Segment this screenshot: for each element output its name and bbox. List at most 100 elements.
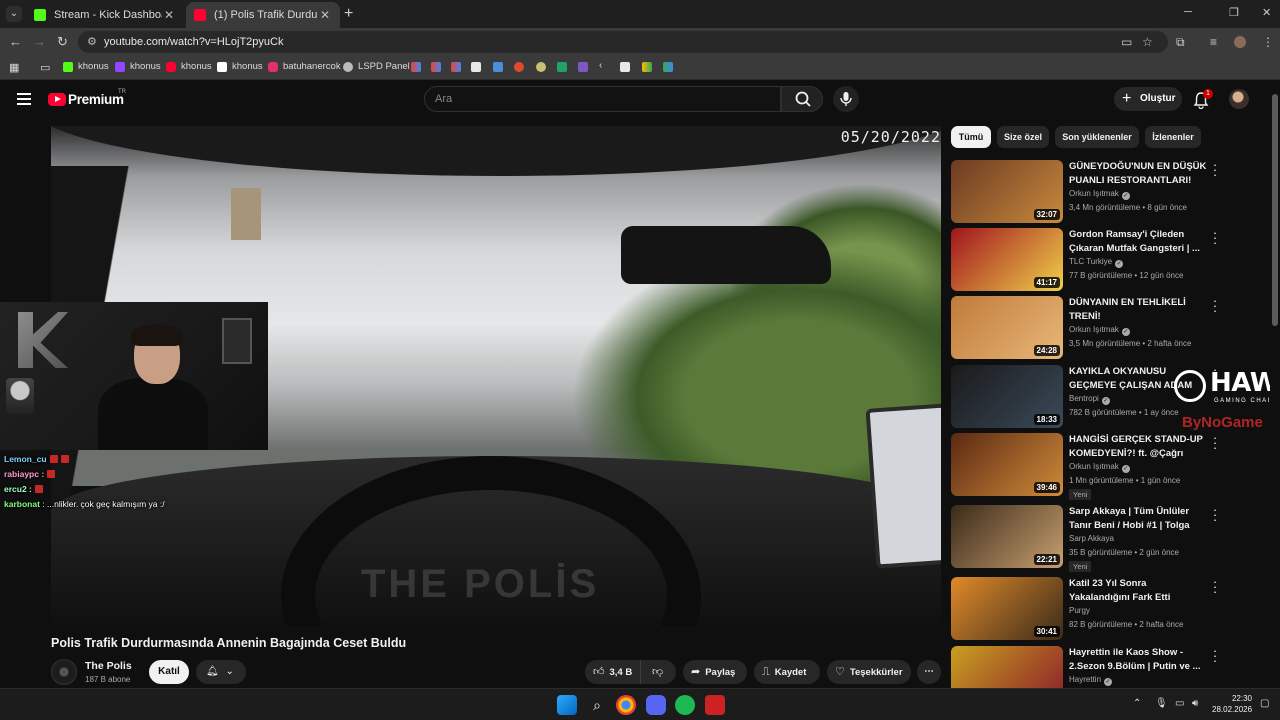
video-title[interactable]: Hayrettin ile Kaos Show - 2.Sezon 9.Bölü…: [1069, 646, 1209, 673]
channel-line[interactable]: TLC Turkiye ✓: [1069, 257, 1124, 268]
bookmark-item[interactable]: batuhanercok: [268, 61, 341, 72]
video-thumbnail[interactable]: 18:33: [951, 365, 1063, 428]
gmail-icon[interactable]: [451, 62, 461, 72]
bookmark-item[interactable]: LSPD Panel: [343, 61, 410, 72]
recommendation-card[interactable]: 39:46 HANGİSİ GERÇEK STAND-UP KOMEDYENİ?!…: [951, 431, 1261, 500]
media-control-icon[interactable]: ≡: [1210, 35, 1217, 49]
app-icon[interactable]: [514, 62, 524, 72]
address-bar[interactable]: ⚙ youtube.com/watch?v=HLojT2pyuCk: [78, 31, 1168, 53]
search-button[interactable]: [781, 86, 823, 112]
channel-line[interactable]: Purgy: [1069, 606, 1090, 615]
video-thumbnail[interactable]: 30:41: [951, 577, 1063, 640]
bookmark-item[interactable]: khonus: [217, 61, 263, 72]
more-options-icon[interactable]: · · ·: [1211, 158, 1219, 181]
folder-icon[interactable]: ▭: [40, 61, 50, 74]
video-title[interactable]: Katil 23 Yıl Sonra Yakalandığını Fark Et…: [1069, 577, 1209, 604]
new-tab-button[interactable]: +: [344, 5, 353, 23]
drive-icon[interactable]: [642, 62, 652, 72]
channel-name[interactable]: Sarp Akkaya: [1069, 534, 1114, 543]
video-title[interactable]: DÜNYANIN EN TEHLİKELİ TRENİ!: [1069, 296, 1209, 323]
more-actions-button[interactable]: ⋯: [917, 660, 941, 684]
video-thumbnail[interactable]: 39:46: [951, 433, 1063, 496]
video-thumbnail[interactable]: 41:17: [951, 228, 1063, 291]
app-icon[interactable]: [493, 62, 503, 72]
video-thumbnail[interactable]: 24:28: [951, 296, 1063, 359]
search-icon[interactable]: ⌕: [587, 695, 607, 715]
chrome-icon[interactable]: [616, 695, 636, 715]
chip-recently-uploaded[interactable]: Son yüklenenler: [1055, 126, 1139, 148]
doc-icon[interactable]: [471, 62, 481, 72]
more-options-icon[interactable]: · · ·: [1211, 226, 1219, 249]
channel-name[interactable]: Orkun Işıtmak: [1069, 462, 1119, 471]
account-avatar[interactable]: [1229, 89, 1249, 109]
menu-icon[interactable]: [17, 93, 31, 105]
subscription-notifications-button[interactable]: 🔔︎ ⌄: [196, 660, 246, 684]
recommendation-card[interactable]: 24:28 DÜNYANIN EN TEHLİKELİ TRENİ! Orkun I…: [951, 294, 1261, 362]
youtube-premium-wordmark[interactable]: Premium: [68, 92, 124, 107]
video-title[interactable]: HANGİSİ GERÇEK STAND-UP KOMEDYENİ?! ft. …: [1069, 433, 1209, 460]
video-thumbnail[interactable]: 32:07: [951, 160, 1063, 223]
chrome-menu-icon[interactable]: ⋮: [1262, 35, 1274, 49]
chip-for-you[interactable]: Size özel: [997, 126, 1049, 148]
search-input[interactable]: Ara: [424, 86, 781, 112]
forward-arrow-icon[interactable]: →: [33, 34, 46, 49]
more-options-icon[interactable]: · · ·: [1211, 644, 1219, 667]
bookmark-item[interactable]: khonus: [63, 61, 109, 72]
recommendation-card[interactable]: 32:07 GÜNEYDOĞU'NUN EN DÜŞÜK PUANLI RESTO…: [951, 158, 1261, 226]
forms-icon[interactable]: [578, 62, 588, 72]
browser-tab-youtube[interactable]: (1) Polis Trafik Durdurmasında Annenin B…: [186, 2, 340, 28]
video-title[interactable]: GÜNEYDOĞU'NUN EN DÜŞÜK PUANLI RESTORANTL…: [1069, 160, 1209, 187]
sheets-icon[interactable]: [557, 62, 567, 72]
channel-line[interactable]: Bentropi ✓: [1069, 394, 1110, 405]
back-arrow-icon[interactable]: ←: [9, 34, 22, 49]
channel-line[interactable]: Orkun Işıtmak ✓: [1069, 325, 1130, 336]
channel-line[interactable]: Hayrettin ✓: [1069, 675, 1113, 686]
windows-start-icon[interactable]: [557, 695, 577, 715]
more-options-icon[interactable]: · · ·: [1211, 503, 1219, 526]
voice-search-button[interactable]: [833, 86, 859, 112]
video-title[interactable]: Gordon Ramsay'i Çileden Çıkaran Mutfak G…: [1069, 228, 1209, 255]
tray-overflow-icon[interactable]: ⌃: [1133, 698, 1141, 709]
create-button[interactable]: + Oluştur: [1114, 87, 1182, 111]
minimize-icon[interactable]: ─: [1184, 6, 1192, 18]
profile-avatar-icon[interactable]: [1234, 36, 1246, 48]
system-clock[interactable]: 22:30 28.02.2026: [1212, 693, 1252, 715]
channel-line[interactable]: Orkun Işıtmak ✓: [1069, 189, 1130, 200]
more-options-icon[interactable]: · · ·: [1211, 431, 1219, 454]
notifications-icon[interactable]: ▢: [1260, 698, 1269, 709]
bookmark-item[interactable]: khonus: [115, 61, 161, 72]
dislike-button[interactable]: 👎︎: [641, 660, 676, 684]
site-info-icon[interactable]: ⚙: [87, 31, 97, 53]
tab-search-button[interactable]: ⌄: [6, 6, 22, 22]
channel-name[interactable]: Purgy: [1069, 606, 1090, 615]
channel-name[interactable]: Hayrettin: [1069, 675, 1101, 684]
extensions-icon[interactable]: ⧉: [1176, 35, 1185, 50]
volume-icon[interactable]: 🔊︎: [1192, 698, 1198, 709]
app-icon[interactable]: [705, 695, 725, 715]
close-tab-icon[interactable]: ✕: [162, 8, 176, 22]
gmail-icon[interactable]: [431, 62, 441, 72]
gmail-icon[interactable]: [411, 62, 421, 72]
chip-all[interactable]: Tümü: [951, 126, 991, 148]
youtube-logo-icon[interactable]: [48, 93, 66, 106]
drive-icon[interactable]: [663, 62, 673, 72]
more-options-icon[interactable]: · · ·: [1211, 294, 1219, 317]
recommendation-card[interactable]: 22:21 Sarp Akkaya | Tüm Ünlüler Tanır Ben…: [951, 503, 1261, 572]
channel-name[interactable]: Orkun Işıtmak: [1069, 189, 1119, 198]
video-title[interactable]: Sarp Akkaya | Tüm Ünlüler Tanır Beni / H…: [1069, 505, 1209, 532]
discord-icon[interactable]: [646, 695, 666, 715]
spotify-icon[interactable]: [675, 695, 695, 715]
more-options-icon[interactable]: · · ·: [1211, 575, 1219, 598]
app-icon[interactable]: [536, 62, 546, 72]
microphone-icon[interactable]: 🎙︎: [1155, 698, 1168, 709]
recommendation-card[interactable]: 41:17 Gordon Ramsay'i Çileden Çıkaran Mut…: [951, 226, 1261, 294]
channel-line[interactable]: Sarp Akkaya: [1069, 534, 1114, 543]
channel-name[interactable]: Orkun Işıtmak: [1069, 325, 1119, 334]
video-thumbnail[interactable]: 22:21: [951, 505, 1063, 568]
channel-avatar[interactable]: [51, 659, 77, 685]
bookmark-star-icon[interactable]: ☆: [1142, 35, 1153, 49]
join-button[interactable]: Katıl: [149, 660, 189, 684]
close-tab-icon[interactable]: ✕: [318, 8, 332, 22]
channel-name[interactable]: TLC Turkiye: [1069, 257, 1112, 266]
channel-name[interactable]: Bentropi: [1069, 394, 1099, 403]
